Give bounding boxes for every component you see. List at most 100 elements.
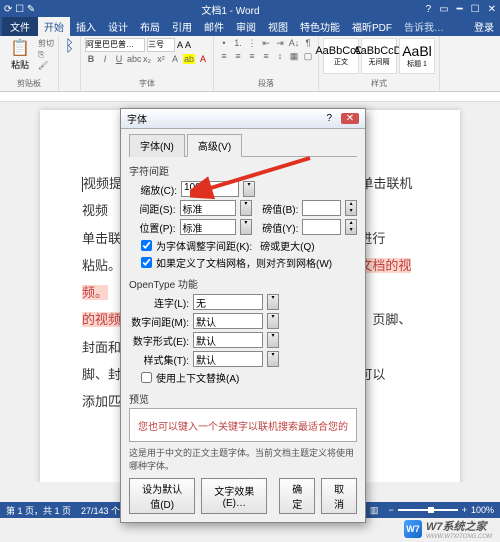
tab-review[interactable]: 审阅 (230, 17, 262, 36)
tab-references[interactable]: 引用 (166, 17, 198, 36)
indent-dec-button[interactable]: ⇤ (260, 38, 272, 49)
ok-button[interactable]: 确定 (279, 478, 315, 514)
justify-button[interactable]: ≡ (260, 51, 272, 62)
scale-dropdown-icon[interactable]: ▾ (243, 181, 255, 197)
account-signin[interactable]: 登录 (468, 17, 500, 36)
format-painter-button[interactable]: 🖌 (38, 61, 54, 70)
text-effects-button[interactable]: 文字效果(E)… (201, 478, 267, 514)
kerning-unit: 磅或更大(Q) (260, 238, 314, 253)
context-alt-label: 使用上下文替换(A) (156, 370, 239, 385)
align-right-button[interactable]: ≡ (246, 51, 258, 62)
zoom-in-icon[interactable]: + (462, 505, 467, 515)
maximize-icon[interactable]: ☐ (471, 4, 480, 15)
spacing-pt-spinner[interactable]: ▴▾ (345, 200, 357, 216)
num-form-dropdown-icon[interactable]: ▾ (267, 332, 279, 348)
font-group-label: 字体 (85, 78, 209, 89)
copy-button[interactable]: ⎘ (38, 50, 54, 60)
view-web-icon[interactable]: ▥ (370, 505, 379, 516)
line-spacing-button[interactable]: ↕ (274, 51, 286, 62)
spacing-select[interactable]: 标准 (180, 200, 236, 216)
dialog-tab-font[interactable]: 字体(N) (129, 134, 185, 157)
watermark-logo-icon: W7 (404, 520, 422, 538)
stylistic-select[interactable]: 默认 (193, 351, 263, 367)
clipboard-label: 剪贴板 (4, 78, 54, 89)
spacing-pt-input[interactable] (302, 200, 341, 216)
position-dropdown-icon[interactable]: ▾ (240, 219, 252, 235)
status-page[interactable]: 第 1 页，共 1 页 (6, 504, 71, 517)
position-pt-input[interactable] (302, 219, 341, 235)
cancel-button[interactable]: 取消 (321, 478, 357, 514)
multilevel-button[interactable]: ⋮ (246, 38, 258, 49)
tab-design[interactable]: 设计 (102, 17, 134, 36)
tab-foxit[interactable]: 福昕PDF (346, 17, 398, 36)
ligatures-select[interactable]: 无 (193, 294, 263, 310)
tab-insert[interactable]: 插入 (70, 17, 102, 36)
font-color-button[interactable]: A (197, 54, 209, 64)
tell-me[interactable]: 告诉我… (398, 17, 450, 36)
cut-button[interactable]: 剪切 (38, 38, 54, 49)
kerning-checkbox[interactable] (141, 240, 152, 251)
indent-inc-button[interactable]: ⇥ (274, 38, 286, 49)
num-form-select[interactable]: 默认 (193, 332, 263, 348)
tab-view[interactable]: 视图 (262, 17, 294, 36)
num-spacing-select[interactable]: 默认 (193, 313, 263, 329)
tab-file[interactable]: 文件 (2, 17, 38, 36)
highlight-button[interactable]: ab (183, 54, 195, 64)
strike-button[interactable]: abc (127, 54, 139, 64)
font-name-select[interactable]: 阿里巴巴普… (85, 38, 145, 52)
set-default-button[interactable]: 设为默认值(D) (129, 478, 195, 514)
group-font: 阿里巴巴普… 三号 A A B I U abc x₂ x² A ab A 字体 (81, 36, 214, 91)
style-heading1[interactable]: AaBl标题 1 (399, 38, 435, 74)
tab-layout[interactable]: 布局 (134, 17, 166, 36)
close-icon[interactable]: ✕ (488, 4, 496, 15)
align-left-button[interactable]: ≡ (218, 51, 230, 62)
grid-align-checkbox[interactable] (141, 257, 152, 268)
shading-button[interactable]: ▦ (288, 51, 300, 62)
bullets-button[interactable]: • (218, 38, 230, 49)
align-center-button[interactable]: ≡ (232, 51, 244, 62)
font-size-select[interactable]: 三号 (147, 38, 175, 52)
group-clipboard: 📋 粘贴 剪切 ⎘ 🖌 剪贴板 (0, 36, 59, 91)
tab-home[interactable]: 开始 (38, 17, 70, 36)
ribbon-options-icon[interactable]: ▭ (439, 4, 448, 15)
spacing-dropdown-icon[interactable]: ▾ (240, 200, 252, 216)
dialog-help-icon[interactable]: ? (320, 113, 338, 124)
italic-button[interactable]: I (99, 54, 111, 64)
zoom-value[interactable]: 100% (471, 505, 494, 515)
subscript-button[interactable]: x₂ (141, 54, 153, 64)
minimize-icon[interactable]: ━ (457, 4, 463, 15)
shrink-font-icon[interactable]: A (185, 40, 191, 50)
borders-button[interactable]: ▢ (302, 51, 314, 62)
dialog-titlebar[interactable]: 字体 ? ✕ (121, 109, 365, 129)
help-icon[interactable]: ? (426, 4, 432, 15)
zoom-slider[interactable]: − + 100% (388, 505, 494, 515)
superscript-button[interactable]: x² (155, 54, 167, 64)
dialog-tab-advanced[interactable]: 高级(V) (187, 134, 242, 157)
preview-box: 您也可以键入一个关键字以联机搜索最适合您的 (129, 408, 357, 442)
spacing-pt-label: 磅值(B): (256, 201, 299, 216)
tab-special[interactable]: 特色功能 (294, 17, 346, 36)
num-spacing-dropdown-icon[interactable]: ▾ (267, 313, 279, 329)
stylistic-dropdown-icon[interactable]: ▾ (267, 351, 279, 367)
numbering-button[interactable]: 1. (232, 38, 244, 49)
scale-select[interactable]: 100% (181, 181, 239, 197)
position-pt-spinner[interactable]: ▴▾ (345, 219, 357, 235)
tab-mailings[interactable]: 邮件 (198, 17, 230, 36)
context-alt-checkbox[interactable] (141, 372, 152, 383)
zoom-out-icon[interactable]: − (388, 505, 393, 515)
sort-button[interactable]: A↓ (288, 38, 300, 49)
bluetooth-icon[interactable]: ᛒ (63, 38, 76, 56)
grow-font-icon[interactable]: A (177, 40, 183, 50)
style-nospacing[interactable]: AaBbCcDt无间隔 (361, 38, 397, 74)
ligatures-dropdown-icon[interactable]: ▾ (267, 294, 279, 310)
dialog-close-icon[interactable]: ✕ (341, 113, 359, 124)
paste-button[interactable]: 📋 粘贴 (4, 38, 36, 71)
bold-button[interactable]: B (85, 54, 97, 64)
show-marks-button[interactable]: ¶ (302, 38, 314, 49)
watermark: W7 W7系统之家 WWW.W7XITONG.COM (404, 518, 492, 540)
quick-access[interactable]: ⟳ ☐ ✎ (4, 4, 35, 15)
underline-button[interactable]: U (113, 54, 125, 64)
text-effects-button[interactable]: A (169, 54, 181, 64)
position-select[interactable]: 标准 (180, 219, 236, 235)
ruler[interactable] (0, 92, 500, 102)
